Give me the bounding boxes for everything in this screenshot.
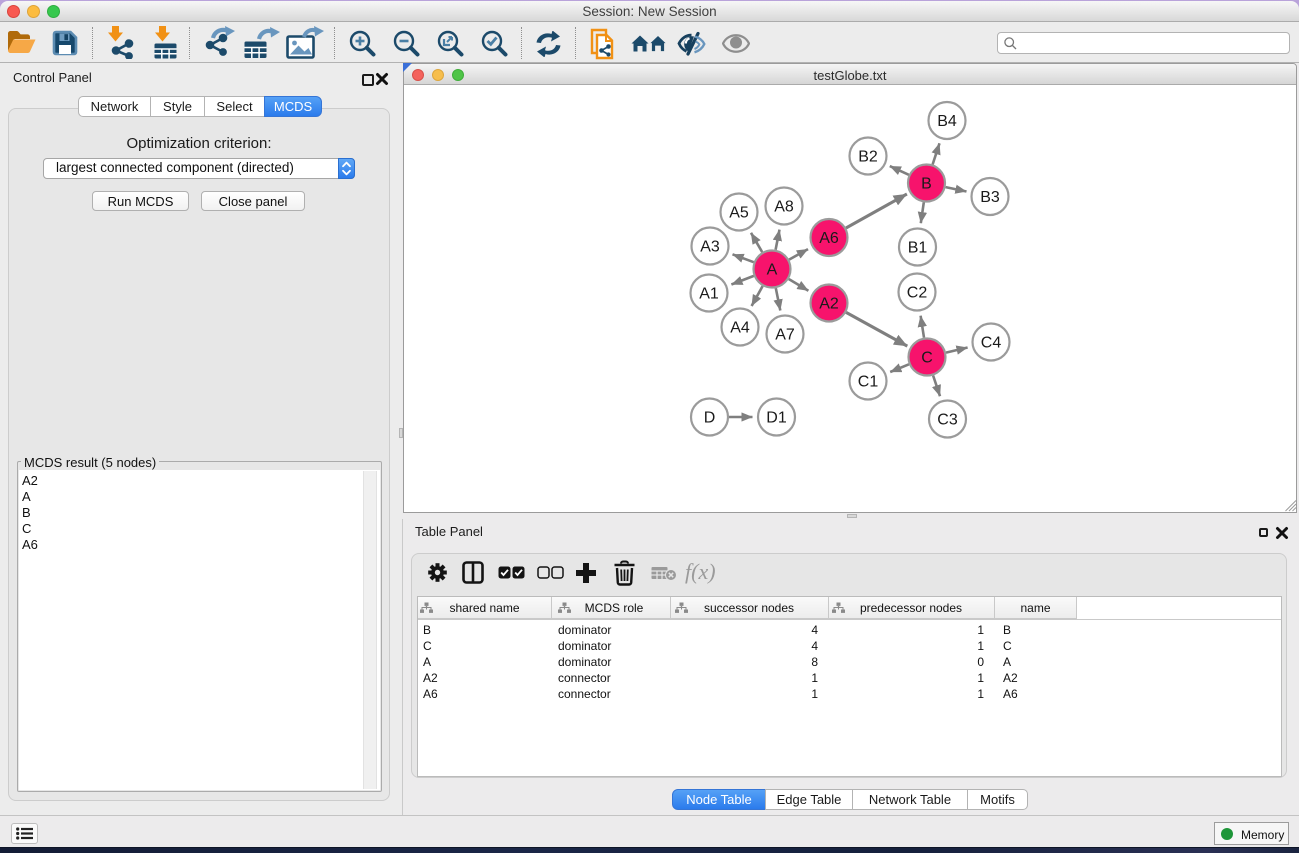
svg-text:A1: A1: [699, 286, 719, 303]
svg-text:A5: A5: [729, 205, 749, 222]
svg-text:B1: B1: [908, 240, 928, 257]
svg-text:C3: C3: [937, 412, 958, 429]
svg-text:A6: A6: [819, 230, 839, 247]
svg-text:A8: A8: [774, 199, 794, 216]
svg-text:B: B: [921, 176, 932, 193]
svg-text:C1: C1: [858, 374, 879, 391]
svg-text:A2: A2: [819, 296, 839, 313]
svg-text:B4: B4: [937, 113, 957, 130]
svg-text:C4: C4: [981, 335, 1002, 352]
svg-text:B3: B3: [980, 189, 1000, 206]
svg-text:A7: A7: [775, 327, 795, 344]
svg-text:C: C: [921, 350, 933, 367]
svg-text:D: D: [704, 410, 716, 427]
svg-text:A4: A4: [730, 320, 750, 337]
svg-text:D1: D1: [766, 410, 787, 427]
svg-text:A: A: [767, 262, 778, 279]
svg-text:B2: B2: [858, 149, 878, 166]
svg-text:A3: A3: [700, 239, 720, 256]
svg-text:C2: C2: [907, 285, 928, 302]
